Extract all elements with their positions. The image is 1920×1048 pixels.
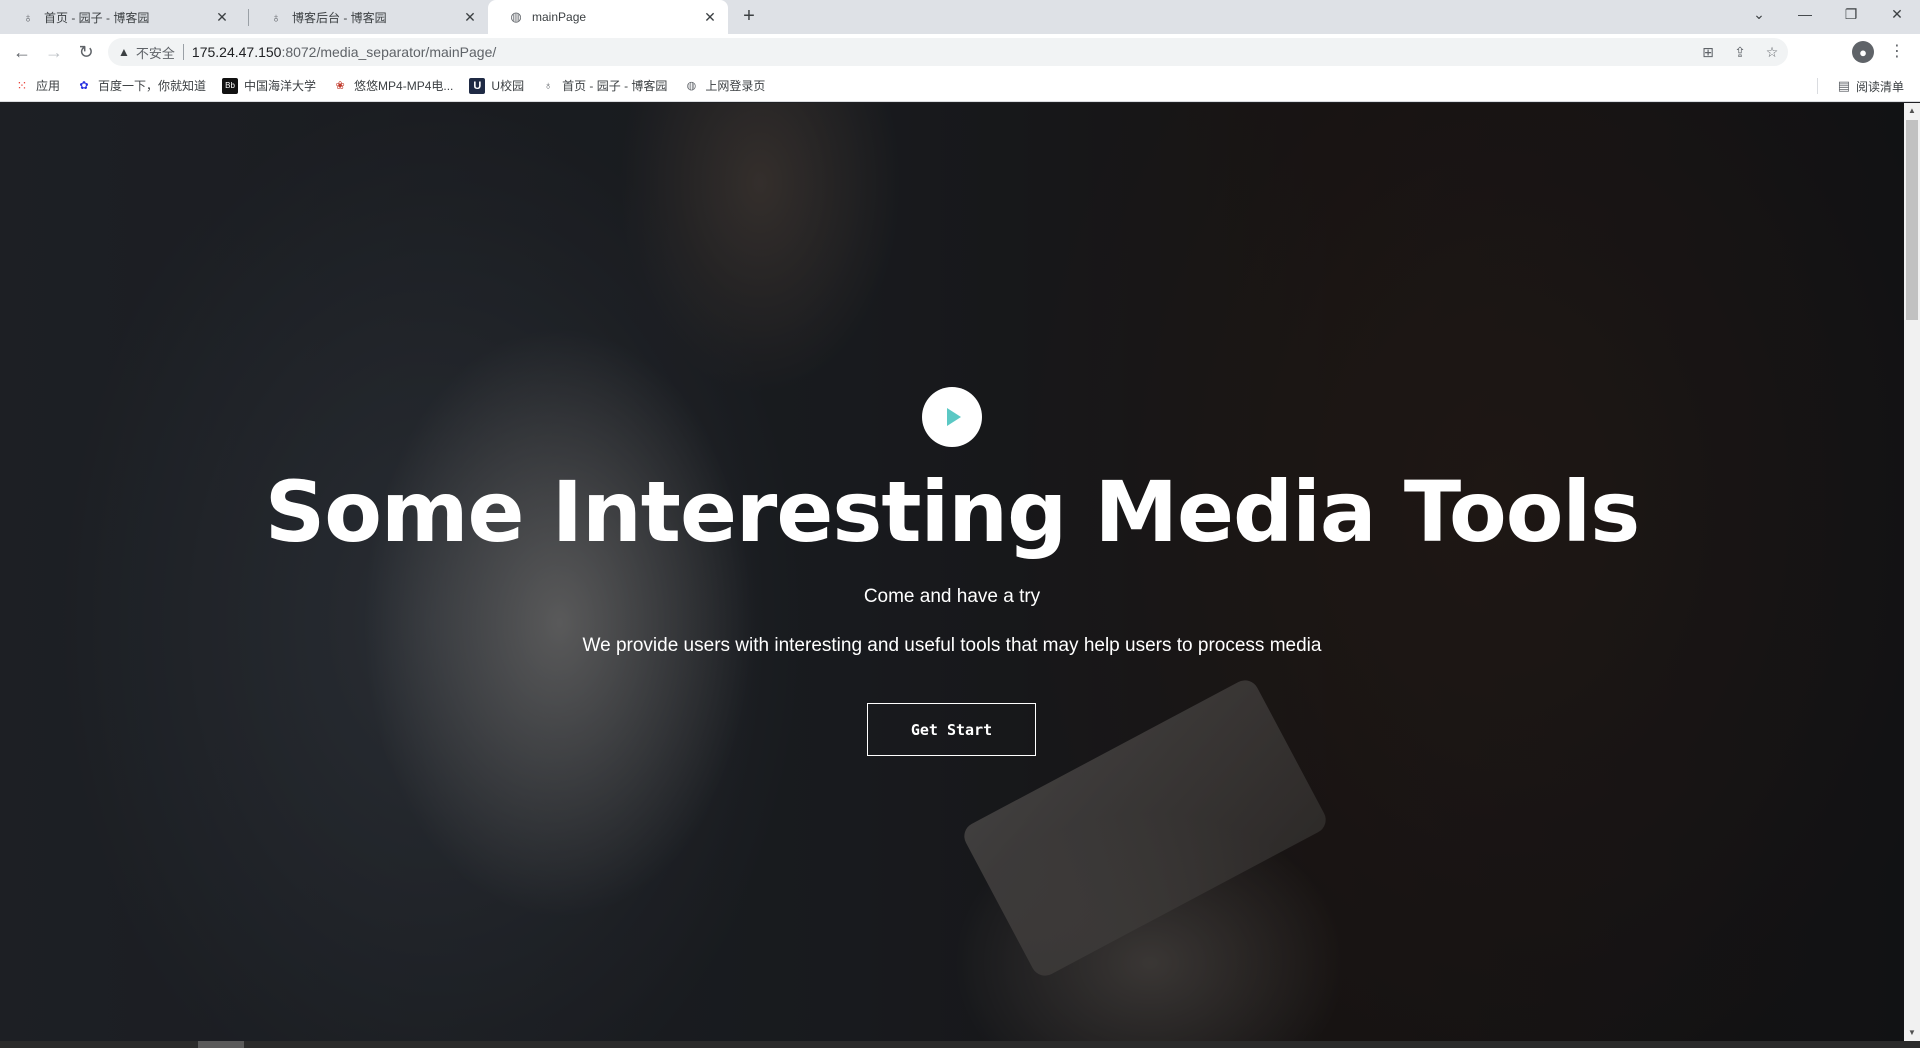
bookmark-label: 百度一下，你就知道 xyxy=(98,79,207,93)
url-path: :8072/media_separator/mainPage/ xyxy=(281,44,497,60)
ouc-icon: Bb xyxy=(222,77,239,94)
bookmarks-divider xyxy=(1817,78,1818,94)
reading-list-icon: ▤ xyxy=(1837,78,1850,93)
close-icon[interactable]: ✕ xyxy=(214,9,230,25)
restore-icon[interactable]: ❐ xyxy=(1828,0,1874,28)
new-tab-button[interactable]: + xyxy=(738,6,760,28)
globe-icon: ◍ xyxy=(686,80,697,92)
bookmark-label: 悠悠MP4-MP4电... xyxy=(354,79,454,93)
browser-toolbar: ← → ↻ ▲ 不安全 175.24.47.150 :8072/media_se… xyxy=(0,34,1920,70)
apps-grid-icon: ⁙ xyxy=(16,77,28,93)
horizontal-scrollbar[interactable] xyxy=(0,1041,1920,1048)
close-icon[interactable]: ✕ xyxy=(702,9,718,25)
bookmark-label: U校园 xyxy=(491,79,525,93)
address-divider xyxy=(182,44,184,60)
cnblogs-icon: ♁ xyxy=(271,9,281,25)
bookmark-label: 首页 - 园子 - 博客园 xyxy=(562,79,668,93)
security-label[interactable]: 不安全 xyxy=(136,43,175,62)
minimize-icon[interactable]: — xyxy=(1782,0,1828,28)
tab-mainpage[interactable]: ◍ mainPage ✕ xyxy=(488,0,728,34)
close-icon[interactable]: ✕ xyxy=(462,9,478,25)
bookmark-star-icon[interactable]: ☆ xyxy=(1756,44,1788,61)
reading-list-label: 阅读清单 xyxy=(1855,79,1904,94)
u-campus-icon: U xyxy=(469,77,486,94)
horizontal-scrollbar-thumb[interactable] xyxy=(198,1041,244,1048)
reading-list-button[interactable]: ▤ 阅读清单 xyxy=(1838,70,1904,102)
bookmark-label: 中国海洋大学 xyxy=(244,79,317,93)
address-bar[interactable]: ▲ 不安全 175.24.47.150 :8072/media_separato… xyxy=(108,38,1788,66)
translate-icon[interactable]: ⊞ xyxy=(1692,44,1724,61)
play-icon xyxy=(947,408,961,426)
profile-avatar-icon[interactable]: ● xyxy=(1852,41,1874,63)
get-start-button[interactable]: Get Start xyxy=(867,703,1036,756)
bookmark-yoyo[interactable]: ❀ 悠悠MP4-MP4电... xyxy=(332,77,453,94)
hero-background: Some Interesting Media Tools Come and ha… xyxy=(0,103,1904,1041)
bookmark-apps[interactable]: ⁙ 应用 xyxy=(14,77,60,94)
cnblogs-icon: ♁ xyxy=(23,9,33,25)
hero-description: We provide users with interesting and us… xyxy=(582,635,1322,656)
cnblogs-icon: ♁ xyxy=(543,79,553,92)
bookmark-login[interactable]: ◍ 上网登录页 xyxy=(683,77,766,94)
scroll-down-icon[interactable]: ▼ xyxy=(1904,1025,1920,1041)
share-icon[interactable]: ⇪ xyxy=(1724,44,1756,61)
bookmarks-bar: ⁙ 应用 ✿ 百度一下，你就知道 Bb 中国海洋大学 ❀ 悠悠MP4-MP4电.… xyxy=(0,70,1920,102)
back-icon[interactable]: ← xyxy=(8,38,36,66)
bookmark-ucampus[interactable]: U U校园 xyxy=(469,77,524,94)
tab-title: 博客后台 - 博客园 xyxy=(292,10,387,25)
hero-title: Some Interesting Media Tools xyxy=(264,463,1640,561)
bookmark-label: 应用 xyxy=(36,79,61,93)
yoyo-icon: ❀ xyxy=(335,80,345,92)
globe-icon: ◍ xyxy=(510,9,522,24)
warning-icon[interactable]: ▲ xyxy=(118,45,130,59)
tab-search-icon[interactable]: ⌄ xyxy=(1736,0,1782,28)
scrollbar-thumb[interactable] xyxy=(1906,120,1918,320)
tab-title: 首页 - 园子 - 博客园 xyxy=(44,10,150,25)
tab-title: mainPage xyxy=(532,10,587,24)
baidu-paw-icon: ✿ xyxy=(79,80,89,92)
bookmark-label: 上网登录页 xyxy=(705,79,766,93)
tab-cnblogs-home[interactable]: ♁ 首页 - 园子 - 博客园 ✕ xyxy=(0,0,240,34)
tab-cnblogs-admin[interactable]: ♁ 博客后台 - 博客园 ✕ xyxy=(248,0,488,34)
scroll-up-icon[interactable]: ▲ xyxy=(1904,103,1920,119)
forward-icon[interactable]: → xyxy=(40,38,68,66)
tab-strip: ♁ 首页 - 园子 - 博客园 ✕ ♁ 博客后台 - 博客园 ✕ ◍ mainP… xyxy=(0,0,1920,34)
bookmark-cnblogs[interactable]: ♁ 首页 - 园子 - 博客园 xyxy=(540,77,667,94)
play-button[interactable] xyxy=(922,387,982,447)
url-host: 175.24.47.150 xyxy=(191,44,282,60)
hero-section: Some Interesting Media Tools Come and ha… xyxy=(0,103,1904,1041)
bookmark-baidu[interactable]: ✿ 百度一下，你就知道 xyxy=(76,77,206,94)
menu-dots-icon[interactable]: ⋮ xyxy=(1888,40,1906,64)
reload-icon[interactable]: ↻ xyxy=(72,38,100,66)
bookmark-ouc[interactable]: Bb 中国海洋大学 xyxy=(222,77,316,94)
hero-subtitle: Come and have a try xyxy=(863,586,1041,607)
vertical-scrollbar[interactable]: ▲ ▼ xyxy=(1904,103,1920,1041)
window-close-icon[interactable]: ✕ xyxy=(1874,0,1920,28)
